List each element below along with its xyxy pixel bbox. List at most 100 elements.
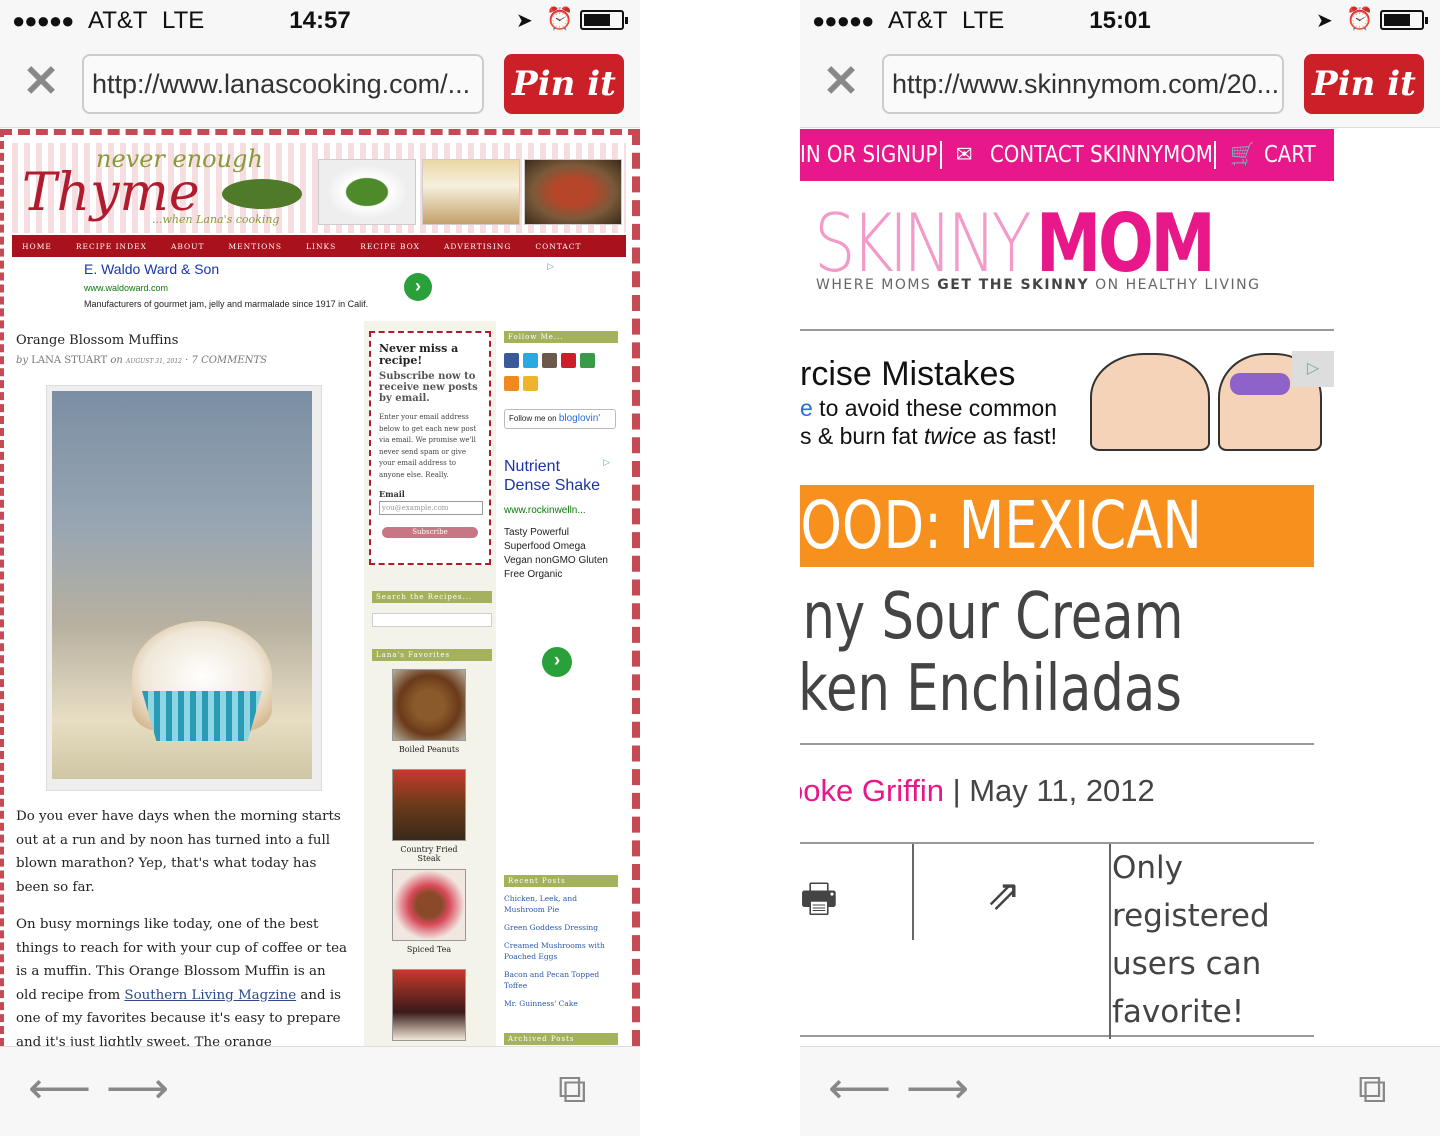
close-icon[interactable]: ✕	[822, 60, 860, 104]
post-comments[interactable]: · 7 COMMENTS	[185, 355, 267, 366]
email-field[interactable]: you@example.com	[379, 501, 483, 515]
site-nav: HOME RECIPE INDEX ABOUT MENTIONS LINKS R…	[12, 235, 626, 257]
favorites-heading: Lana's Favorites	[372, 649, 492, 661]
ad-headline[interactable]: E. Waldo Ward & Son	[84, 261, 554, 277]
forward-arrow-icon[interactable]: ⟶	[106, 1067, 169, 1111]
forward-arrow-icon[interactable]: ⟶	[906, 1067, 969, 1111]
action-grid: 🖶 ⇗ Only registered users can favorite!	[800, 842, 1314, 1039]
login-signup-link[interactable]: IN OR SIGNUP	[800, 129, 937, 181]
site-header: never enough Thyme ...when Lana's cookin…	[12, 143, 626, 233]
chevron-right-icon[interactable]: ›	[404, 273, 432, 301]
article-headline: nny Sour Cream cken Enchiladas	[800, 581, 1184, 725]
muffin-photo[interactable]	[52, 391, 312, 779]
exercise-ad[interactable]: rcise Mistakes e to avoid these common s…	[800, 351, 1334, 451]
post-date: AUGUST 31, 2012	[126, 358, 182, 365]
status-bar: ●●●●● AT&T LTE 15:01 ➤ ⏰	[800, 0, 1440, 40]
nav-recipe-index[interactable]: RECIPE INDEX	[76, 242, 147, 251]
alarm-icon: ⏰	[546, 6, 574, 31]
post-date: May 11, 2012	[969, 773, 1155, 808]
rss-icon[interactable]	[504, 376, 519, 391]
nav-links[interactable]: LINKS	[306, 242, 336, 251]
bloglovin-button[interactable]: Follow me on bloglovin'	[504, 409, 616, 429]
right-screen: ●●●●● AT&T LTE 15:01 ➤ ⏰ ✕ http://www.sk…	[800, 0, 1440, 1136]
top-ad[interactable]: E. Waldo Ward & Son www.waldoward.com Ma…	[84, 261, 554, 315]
ad-description: Manufacturers of gourmet jam, jelly and …	[84, 299, 369, 309]
recent-posts: Chicken, Leek, and Mushroom Pie Green Go…	[504, 893, 614, 1016]
contact-link[interactable]: CONTACT SKINNYMOM	[990, 129, 1213, 181]
pin-it-button[interactable]: Pin it	[504, 54, 624, 114]
mail-icon: ✉	[956, 142, 973, 168]
sidebar-ad[interactable]: ▷ Nutrient Dense Shake www.rockinwelln..…	[504, 457, 610, 847]
author-link[interactable]: ooke Griffin	[800, 773, 944, 808]
follow-heading: Follow Me...	[504, 331, 618, 343]
post-paragraph-2: On busy mornings like today, one of the …	[16, 917, 348, 1046]
nav-about[interactable]: ABOUT	[171, 242, 205, 251]
open-external-icon[interactable]: ⧉	[558, 1067, 587, 1111]
favorite-item[interactable]: Country Fried Steak	[392, 769, 466, 863]
stumbleupon-icon[interactable]	[580, 353, 595, 368]
instagram-icon[interactable]	[542, 353, 557, 368]
sidebar-ad-headline[interactable]: Nutrient Dense Shake	[504, 457, 610, 495]
left-screen: ●●●●● AT&T LTE 14:57 ➤ ⏰ ✕ http://www.la…	[0, 0, 640, 1136]
recent-post-link[interactable]: Green Goddess Dressing	[504, 922, 614, 933]
location-icon: ➤	[516, 10, 533, 32]
pinterest-icon[interactable]	[561, 353, 576, 368]
search-input[interactable]	[372, 613, 492, 627]
post-title[interactable]: Orange Blossom Muffins	[16, 333, 178, 348]
location-icon: ➤	[1316, 10, 1333, 32]
southern-living-link[interactable]: Southern Living Magzine	[124, 988, 296, 1003]
category-banner[interactable]: FOOD: MEXICAN	[800, 485, 1314, 567]
cartoon-bikini	[1230, 373, 1290, 395]
web-content: never enough Thyme ...when Lana's cookin…	[0, 129, 640, 1046]
facebook-icon[interactable]	[504, 353, 519, 368]
battery-icon	[580, 10, 628, 30]
post-author[interactable]: LANA STUART	[31, 355, 107, 366]
print-icon[interactable]: 🖶	[800, 870, 838, 938]
divider	[800, 329, 1334, 331]
chevron-right-icon[interactable]: ›	[542, 647, 572, 677]
subscribe-text: Enter your email address below to get ea…	[379, 413, 477, 479]
favorite-image	[392, 969, 466, 1041]
adchoices-icon[interactable]: ▷	[1292, 351, 1334, 387]
ad-line-3: s & burn fat twice as fast!	[800, 423, 1057, 449]
recent-post-link[interactable]: Mr. Guinness' Cake	[504, 998, 614, 1009]
favorite-item[interactable]	[392, 969, 466, 1045]
recent-post-link[interactable]: Creamed Mushrooms with Poached Eggs	[504, 940, 614, 962]
web-content: IN OR SIGNUP ✉ CONTACT SKINNYMOM 🛒 CART …	[800, 129, 1440, 1046]
grid-divider	[1109, 844, 1111, 1039]
bottom-toolbar: ⟵ ⟶ ⧉	[0, 1046, 640, 1136]
ad-line-2: e to avoid these common	[800, 395, 1057, 421]
share-icon[interactable]: ⇗	[986, 870, 1021, 919]
back-arrow-icon[interactable]: ⟵	[828, 1067, 891, 1111]
nav-advertising[interactable]: ADVERTISING	[444, 242, 511, 251]
url-field[interactable]: http://www.lanascooking.com/...	[82, 54, 484, 114]
favorite-item[interactable]: Boiled Peanuts	[392, 669, 466, 754]
favorite-item[interactable]: Spiced Tea	[392, 869, 466, 954]
adchoices-icon[interactable]: ▷	[603, 457, 610, 468]
nav-recipe-box[interactable]: RECIPE BOX	[360, 242, 420, 251]
herb-graphic	[222, 179, 302, 209]
cart-link[interactable]: CART	[1264, 129, 1316, 181]
clock: 14:57	[289, 7, 351, 34]
recent-post-link[interactable]: Bacon and Pecan Topped Toffee	[504, 969, 614, 991]
pin-it-button[interactable]: Pin it	[1304, 54, 1424, 114]
archived-heading: Archived Posts	[504, 1033, 618, 1045]
adchoices-icon[interactable]: ▷	[547, 261, 554, 272]
ad-url[interactable]: www.waldoward.com	[84, 283, 554, 293]
close-icon[interactable]: ✕	[22, 60, 60, 104]
nav-contact[interactable]: CONTACT	[535, 242, 581, 251]
site-tagline: ...when Lana's cooking	[152, 213, 280, 226]
sidebar-ad-url[interactable]: www.rockinwelln...	[504, 505, 610, 516]
nav-home[interactable]: HOME	[22, 242, 52, 251]
subscribe-button[interactable]: Subscribe	[382, 527, 478, 538]
tagline: WHERE MOMS GET THE SKINNY ON HEALTHY LIV…	[816, 277, 1261, 293]
email-icon[interactable]	[523, 376, 538, 391]
status-bar: ●●●●● AT&T LTE 14:57 ➤ ⏰	[0, 0, 640, 40]
twitter-icon[interactable]	[523, 353, 538, 368]
url-field[interactable]: http://www.skinnymom.com/20...	[882, 54, 1284, 114]
recent-post-link[interactable]: Chicken, Leek, and Mushroom Pie	[504, 893, 614, 915]
subscribe-subheading: Subscribe now to receive new posts by em…	[379, 371, 478, 404]
nav-mentions[interactable]: MENTIONS	[228, 242, 282, 251]
back-arrow-icon[interactable]: ⟵	[28, 1067, 91, 1111]
open-external-icon[interactable]: ⧉	[1358, 1067, 1387, 1111]
